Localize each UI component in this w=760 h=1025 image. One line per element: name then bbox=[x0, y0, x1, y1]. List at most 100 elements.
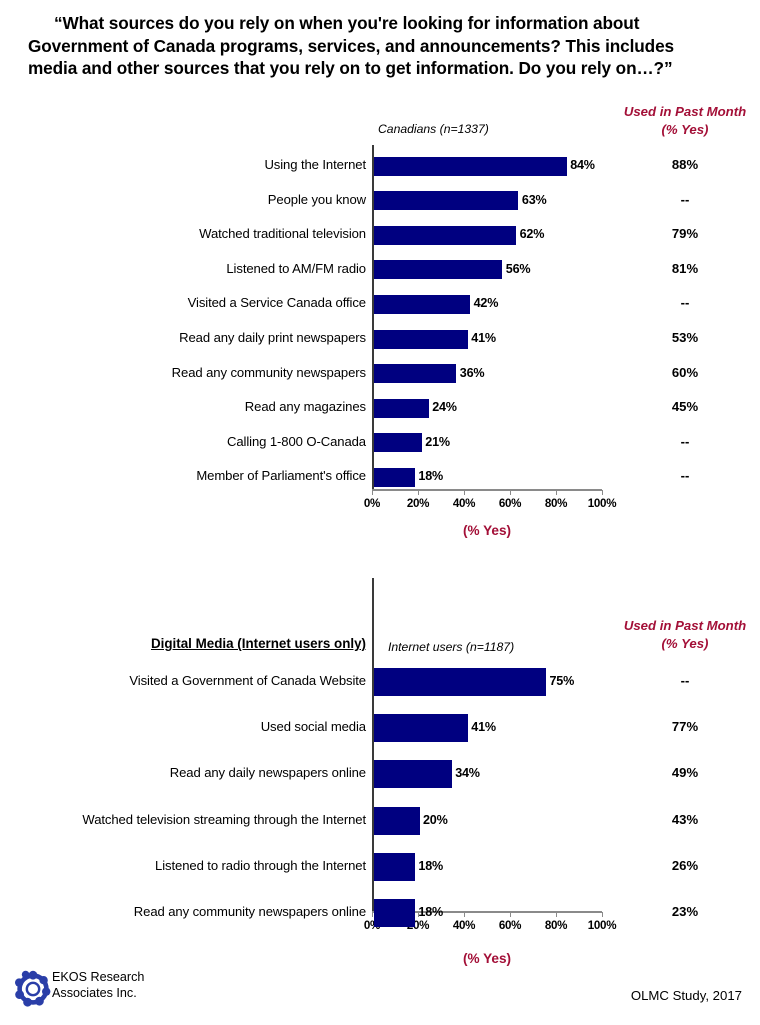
used-in-past-month-value: 49% bbox=[671, 765, 699, 781]
used-in-past-month-value: -- bbox=[680, 191, 690, 207]
bar bbox=[373, 294, 471, 314]
category-label: Using the Internet bbox=[264, 157, 366, 172]
used-in-past-month-value: 53% bbox=[671, 330, 699, 345]
category-label: Calling 1-800 O-Canada bbox=[226, 433, 366, 449]
bar-value-label: 75% bbox=[549, 674, 575, 688]
used-in-past-month-value: 77% bbox=[671, 719, 699, 735]
used-in-past-month-header: Used in Past Month (% Yes) bbox=[600, 103, 760, 138]
ekos-org-line-1: EKOS Research bbox=[52, 970, 145, 984]
category-label: Watched traditional television bbox=[199, 226, 366, 242]
x-axis-title: (% Yes) bbox=[462, 951, 512, 966]
category-label: Read any magazines bbox=[244, 399, 366, 415]
bar bbox=[373, 899, 415, 927]
bar bbox=[373, 260, 503, 280]
used-in-past-month-value: 23% bbox=[671, 904, 699, 919]
used-in-past-month-value: -- bbox=[680, 295, 690, 311]
x-axis-tick bbox=[372, 490, 374, 495]
bar-value-label: 56% bbox=[505, 261, 531, 276]
bar bbox=[373, 398, 429, 418]
bar-value-label: 41% bbox=[471, 331, 496, 345]
used-in-past-month-value: 26% bbox=[671, 857, 699, 873]
bar bbox=[373, 364, 457, 384]
bar bbox=[373, 433, 422, 453]
bar-value-label: 20% bbox=[423, 812, 448, 827]
x-axis-tick bbox=[510, 490, 512, 495]
x-axis-tick bbox=[418, 490, 420, 495]
sample-size-label: Internet users (n=1187) bbox=[388, 640, 515, 654]
x-axis-tick bbox=[464, 912, 466, 917]
bar bbox=[373, 467, 415, 487]
x-axis-tick bbox=[464, 490, 466, 495]
x-axis-tick-label: 40% bbox=[452, 497, 476, 510]
category-label: Listened to radio through the Internet bbox=[155, 857, 366, 873]
bar bbox=[373, 225, 517, 245]
x-axis-line bbox=[372, 489, 602, 491]
source-note: OLMC Study, 2017 bbox=[630, 988, 742, 1003]
x-axis-tick bbox=[510, 912, 512, 917]
section-header-digital-media: Digital Media (Internet users only) bbox=[150, 636, 366, 651]
bar-value-label: 84% bbox=[570, 158, 595, 172]
bar-value-label: 41% bbox=[471, 720, 496, 735]
used-in-past-month-value: -- bbox=[680, 468, 690, 484]
bar-value-label: 36% bbox=[459, 365, 485, 380]
bar-value-label: 62% bbox=[519, 227, 545, 242]
category-label: Listened to AM/FM radio bbox=[226, 260, 366, 276]
bar-value-label: 24% bbox=[432, 400, 457, 415]
bar-value-label: 34% bbox=[455, 766, 480, 781]
bar-value-label: 18% bbox=[418, 905, 443, 919]
bar-value-label: 63% bbox=[521, 192, 547, 207]
used-in-past-month-header-line-2: (% Yes) bbox=[661, 121, 709, 137]
x-axis-tick-label: 80% bbox=[544, 919, 568, 932]
x-axis-tick-label: 60% bbox=[498, 497, 522, 510]
used-in-past-month-value: -- bbox=[680, 433, 690, 449]
x-axis-title: (% Yes) bbox=[462, 523, 512, 538]
bar bbox=[373, 156, 567, 176]
x-axis-tick-label: 60% bbox=[498, 919, 522, 932]
bar-value-label: 21% bbox=[425, 434, 450, 449]
title-line-2: Government of Canada programs, services,… bbox=[28, 35, 674, 56]
x-axis-tick bbox=[602, 490, 604, 495]
bar bbox=[373, 806, 420, 835]
bar bbox=[373, 760, 452, 789]
title-line-3: media and other sources that you rely on… bbox=[28, 58, 673, 79]
ekos-chain-logo-icon bbox=[12, 968, 54, 1010]
used-in-past-month-value: -- bbox=[680, 673, 690, 688]
category-label: Read any daily newspapers online bbox=[169, 765, 366, 781]
bar bbox=[373, 191, 519, 211]
title-line-1: “What sources do you rely on when you're… bbox=[54, 13, 640, 33]
bar-value-label: 18% bbox=[418, 858, 443, 873]
used-in-past-month-header-line-1: Used in Past Month bbox=[623, 104, 747, 119]
bar bbox=[373, 668, 547, 696]
category-label: Visited a Government of Canada Website bbox=[129, 673, 366, 688]
category-label: Read any community newspapers online bbox=[133, 904, 366, 919]
used-in-past-month-value: 43% bbox=[671, 811, 699, 827]
sample-size-label: Canadians (n=1337) bbox=[378, 122, 489, 136]
x-axis-tick-label: 20% bbox=[406, 497, 430, 510]
x-axis-tick-label: 100% bbox=[587, 497, 617, 510]
category-label: People you know bbox=[267, 191, 366, 207]
used-in-past-month-header-line-2: (% Yes) bbox=[661, 635, 709, 651]
category-label: Member of Parliament's office bbox=[196, 468, 366, 484]
bar-value-label: 18% bbox=[418, 469, 443, 484]
used-in-past-month-value: 81% bbox=[671, 260, 699, 276]
bar bbox=[373, 714, 468, 743]
category-label: Used social media bbox=[260, 719, 366, 735]
used-in-past-month-value: 79% bbox=[671, 226, 699, 242]
bar-value-label: 42% bbox=[473, 296, 499, 311]
used-in-past-month-value: 88% bbox=[671, 157, 699, 172]
category-label: Watched television streaming through the… bbox=[82, 811, 366, 827]
bar bbox=[373, 852, 415, 881]
x-axis-tick-label: 80% bbox=[544, 497, 568, 510]
category-label: Visited a Service Canada office bbox=[187, 295, 366, 311]
x-axis-tick bbox=[556, 912, 558, 917]
x-axis-tick-label: 40% bbox=[452, 919, 476, 932]
used-in-past-month-value: 45% bbox=[671, 399, 699, 415]
used-in-past-month-header-line-1: Used in Past Month bbox=[623, 618, 747, 633]
bar bbox=[373, 329, 468, 349]
ekos-org-line-2: Associates Inc. bbox=[52, 986, 137, 1001]
used-in-past-month-value: 60% bbox=[671, 364, 699, 380]
category-label: Read any daily print newspapers bbox=[179, 330, 366, 345]
x-axis-tick-label: 100% bbox=[587, 919, 617, 932]
slide-canvas: “What sources do you rely on when you're… bbox=[0, 0, 760, 1025]
page-title: “What sources do you rely on when you're… bbox=[28, 12, 740, 80]
